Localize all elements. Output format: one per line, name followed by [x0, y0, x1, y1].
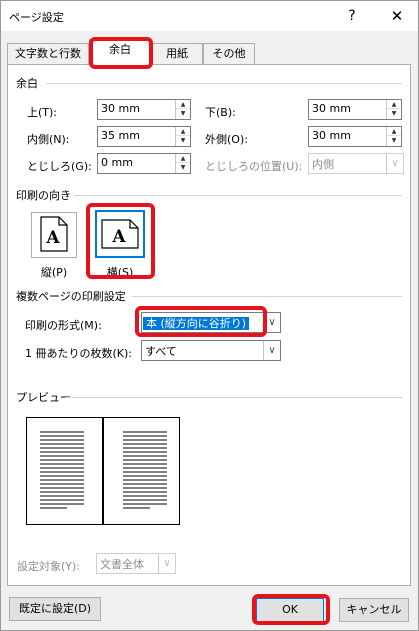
divider — [46, 83, 402, 84]
portrait-label: 縦(P) — [40, 266, 68, 279]
multiple-pages-heading: 複数ページの印刷設定 — [16, 290, 126, 303]
bottom-margin-stepper[interactable]: 30 mm ▲ ▼ — [308, 99, 402, 120]
preview-right-page — [103, 417, 180, 525]
sheets-per-booklet-select[interactable]: すべて ∨ — [141, 340, 281, 361]
page-setup-dialog: ページ設定 ? ✕ 文字数と行数 余白 用紙 その他 余白 上(T): 30 m… — [0, 0, 419, 631]
tab-other[interactable]: その他 — [203, 43, 255, 65]
apply-to-select[interactable]: 文書全体 ∨ — [96, 553, 176, 574]
outer-margin-label: 外側(O): — [205, 133, 248, 146]
print-format-select[interactable]: 本 (縦方向に谷折り) ∨ — [141, 312, 281, 333]
text-lines-graphic — [123, 431, 167, 509]
print-format-label: 印刷の形式(M): — [25, 319, 102, 332]
orientation-heading: 印刷の向き — [16, 189, 71, 202]
cancel-button[interactable]: キャンセル — [339, 598, 409, 622]
text-lines-graphic — [40, 431, 84, 509]
apply-to-label: 設定対象(Y): — [17, 560, 81, 573]
portrait-page-icon: A — [40, 216, 68, 252]
print-format-value: 本 (縦方向に谷折り) — [143, 317, 250, 330]
gutter-position-label: とじしろの位置(U): — [205, 160, 303, 173]
top-margin-stepper[interactable]: 30 mm ▲ ▼ — [97, 99, 191, 120]
spin-up-icon[interactable]: ▲ — [176, 127, 190, 136]
divider — [132, 296, 402, 297]
landscape-button[interactable]: A — [95, 210, 145, 258]
spin-down-icon[interactable]: ▼ — [176, 136, 190, 145]
ok-button[interactable]: OK — [256, 598, 324, 622]
spin-down-icon[interactable]: ▼ — [387, 109, 401, 118]
title-bar: ページ設定 ? ✕ — [1, 1, 418, 31]
set-as-default-button[interactable]: 既定に設定(D) — [9, 597, 101, 621]
inner-margin-stepper[interactable]: 35 mm ▲ ▼ — [97, 126, 191, 147]
preview-heading: プレビュー — [16, 391, 71, 404]
tab-paper[interactable]: 用紙 — [151, 43, 203, 65]
preview-booklet — [26, 417, 180, 525]
help-button[interactable]: ? — [341, 5, 363, 27]
gutter-stepper[interactable]: 0 mm ▲ ▼ — [97, 153, 191, 174]
outer-margin-stepper[interactable]: 30 mm ▲ ▼ — [308, 126, 402, 147]
tab-characters-lines[interactable]: 文字数と行数 — [7, 43, 89, 65]
preview-left-page — [26, 417, 103, 525]
spin-down-icon[interactable]: ▼ — [176, 109, 190, 118]
chevron-down-icon: ∨ — [263, 341, 280, 360]
top-margin-label: 上(T): — [27, 106, 58, 119]
gutter-label: とじしろ(G): — [27, 160, 92, 173]
spin-down-icon[interactable]: ▼ — [176, 163, 190, 172]
tab-margins[interactable]: 余白 — [89, 39, 151, 66]
tab-strip: 文字数と行数 余白 用紙 その他 — [7, 39, 411, 66]
portrait-button[interactable]: A — [31, 212, 77, 258]
spin-up-icon[interactable]: ▲ — [176, 100, 190, 109]
close-icon[interactable]: ✕ — [386, 5, 408, 27]
chevron-down-icon: ∨ — [263, 313, 280, 332]
landscape-label: 横(S) — [106, 266, 134, 279]
chevron-down-icon: ∨ — [386, 154, 403, 173]
svg-text:A: A — [45, 228, 60, 248]
spin-up-icon[interactable]: ▲ — [387, 127, 401, 136]
divider — [74, 195, 402, 196]
spin-up-icon[interactable]: ▲ — [176, 154, 190, 163]
inner-margin-label: 内側(N): — [27, 133, 70, 146]
bottom-margin-label: 下(B): — [205, 106, 236, 119]
divider — [65, 397, 402, 398]
margins-heading: 余白 — [16, 77, 38, 90]
sheets-per-booklet-label: 1 冊あたりの枚数(K): — [25, 347, 132, 360]
spin-up-icon[interactable]: ▲ — [387, 100, 401, 109]
window-title: ページ設定 — [9, 11, 64, 24]
svg-text:A: A — [111, 227, 126, 247]
spin-down-icon[interactable]: ▼ — [387, 136, 401, 145]
chevron-down-icon: ∨ — [158, 554, 175, 573]
landscape-page-icon: A — [101, 219, 139, 249]
gutter-position-select[interactable]: 内側 ∨ — [308, 153, 404, 174]
